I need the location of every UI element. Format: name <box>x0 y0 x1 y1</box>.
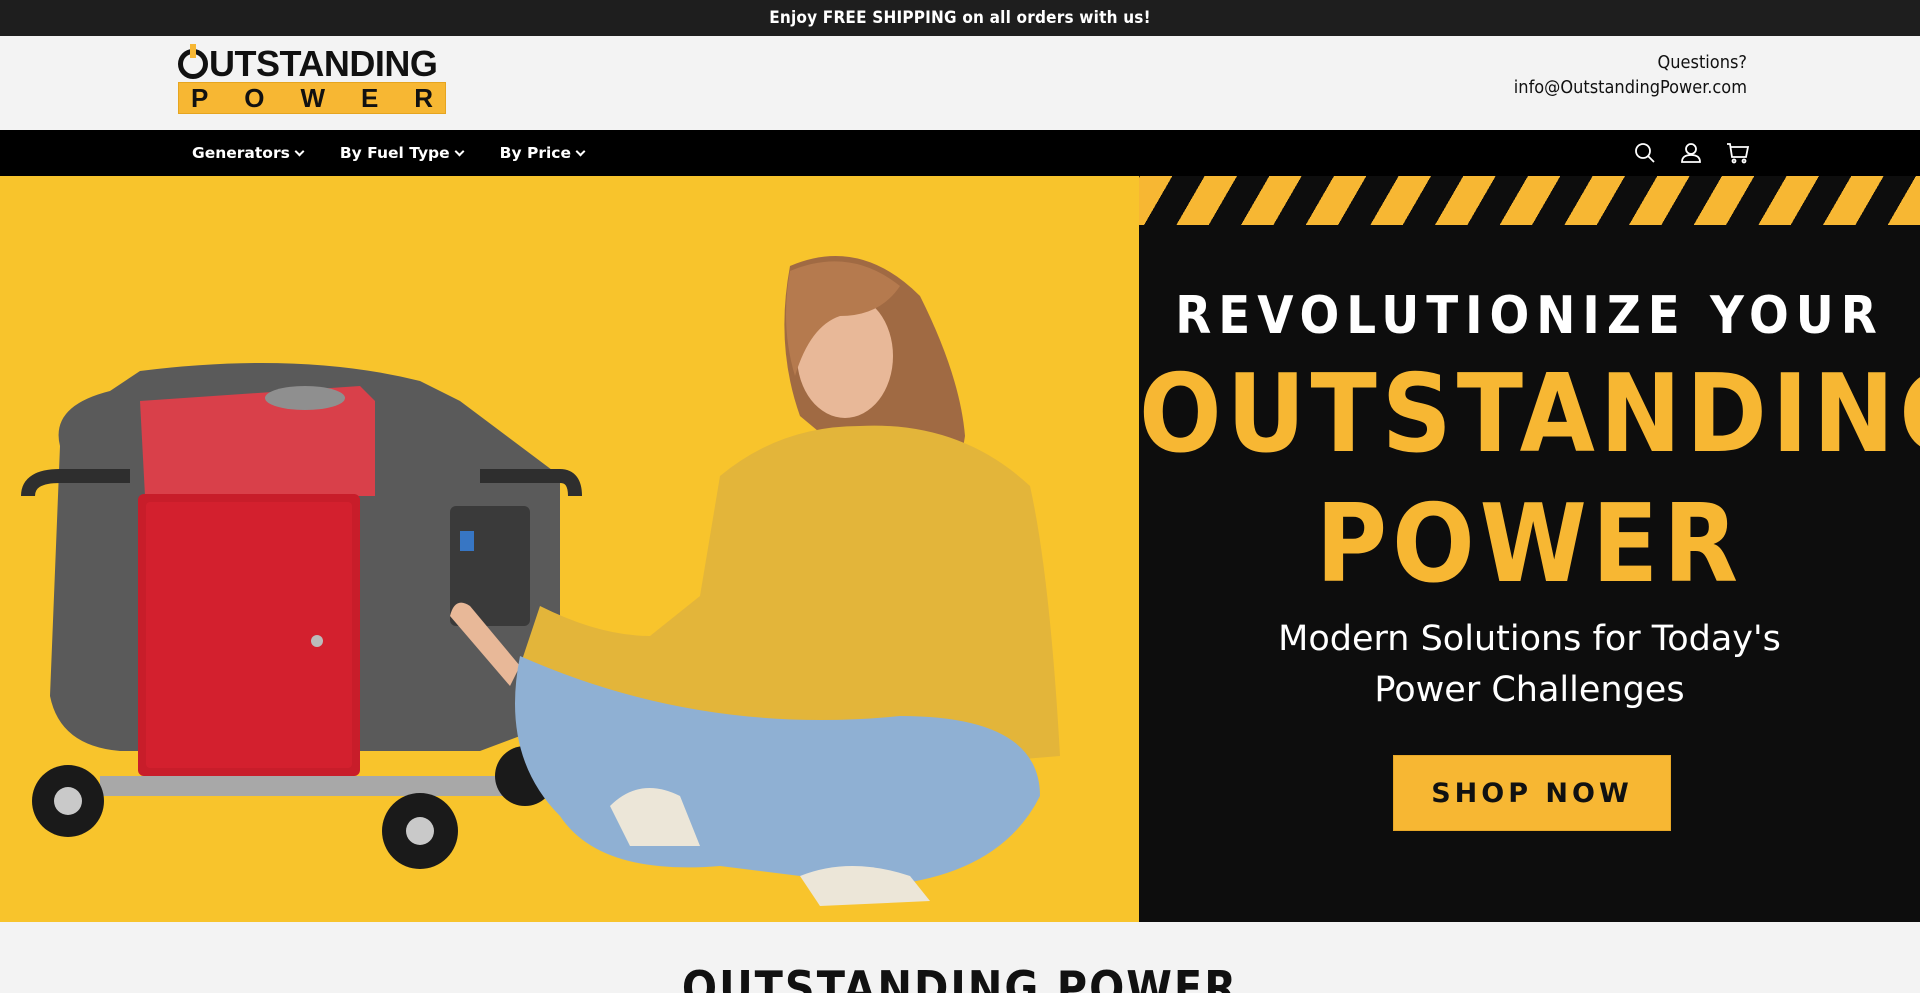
contact-email-link[interactable]: info@OutstandingPower.com <box>1514 75 1747 100</box>
logo-wordmark-top: UTSTANDING <box>178 43 438 84</box>
hero-text-panel: REVOLUTIONIZE YOUR OUTSTANDING POWER Mod… <box>1139 176 1920 922</box>
search-icon[interactable] <box>1634 142 1656 164</box>
nav-item-label: By Price <box>499 144 572 162</box>
main-nav: Generators By Fuel Type By Price <box>0 130 1920 176</box>
logo-letter: R <box>414 82 433 113</box>
nav-item-label: By Fuel Type <box>339 144 450 162</box>
shop-now-button[interactable]: SHOP NOW <box>1393 755 1671 831</box>
hero-heading-brand-2: POWER <box>1315 482 1744 607</box>
chevron-down-icon <box>454 146 465 156</box>
announcement-text: Enjoy FREE SHIPPING on all orders with u… <box>769 8 1151 28</box>
chevron-down-icon <box>575 146 586 156</box>
hero-banner: REVOLUTIONIZE YOUR OUTSTANDING POWER Mod… <box>0 176 1920 922</box>
hero-subtitle: Modern Solutions for Today's Power Chall… <box>1139 614 1920 716</box>
logo-letter: O <box>244 82 265 113</box>
cart-icon[interactable] <box>1726 142 1750 164</box>
logo-letter: W <box>300 82 325 113</box>
section-title: OUTSTANDING POWER <box>681 961 1239 993</box>
site-header: UTSTANDING P O W E R Questions? info@Out… <box>0 36 1920 130</box>
contact-label: Questions? <box>1657 52 1747 73</box>
contact-info: Questions? info@OutstandingPower.com <box>1514 50 1747 100</box>
logo-letter: E <box>360 82 379 113</box>
hero-subtitle-line2: Power Challenges <box>1374 670 1685 710</box>
hero-heading-line1: REVOLUTIONIZE YOUR <box>1175 286 1884 346</box>
logo-wordmark-bottom: P O W E R <box>178 82 446 114</box>
logo-letter: P <box>191 82 209 113</box>
hero-photo-illustration <box>0 176 1139 922</box>
hero-subtitle-line1: Modern Solutions for Today's <box>1278 619 1781 659</box>
chevron-down-icon <box>294 146 305 156</box>
nav-item-generators[interactable]: Generators <box>192 144 305 162</box>
hazard-stripes <box>1139 176 1920 225</box>
nav-item-label: Generators <box>192 144 290 162</box>
nav-item-by-price[interactable]: By Price <box>499 144 586 162</box>
logo-top-text: UTSTANDING <box>209 43 438 84</box>
hero-image <box>0 176 1139 922</box>
nav-item-by-fuel-type[interactable]: By Fuel Type <box>339 144 465 162</box>
announcement-bar: Enjoy FREE SHIPPING on all orders with u… <box>0 0 1920 36</box>
generator-illustration <box>21 363 582 869</box>
power-icon <box>178 44 208 79</box>
site-logo[interactable]: UTSTANDING P O W E R <box>178 43 446 114</box>
account-icon[interactable] <box>1680 142 1702 164</box>
hero-heading-brand: OUTSTANDING <box>1139 352 1920 477</box>
